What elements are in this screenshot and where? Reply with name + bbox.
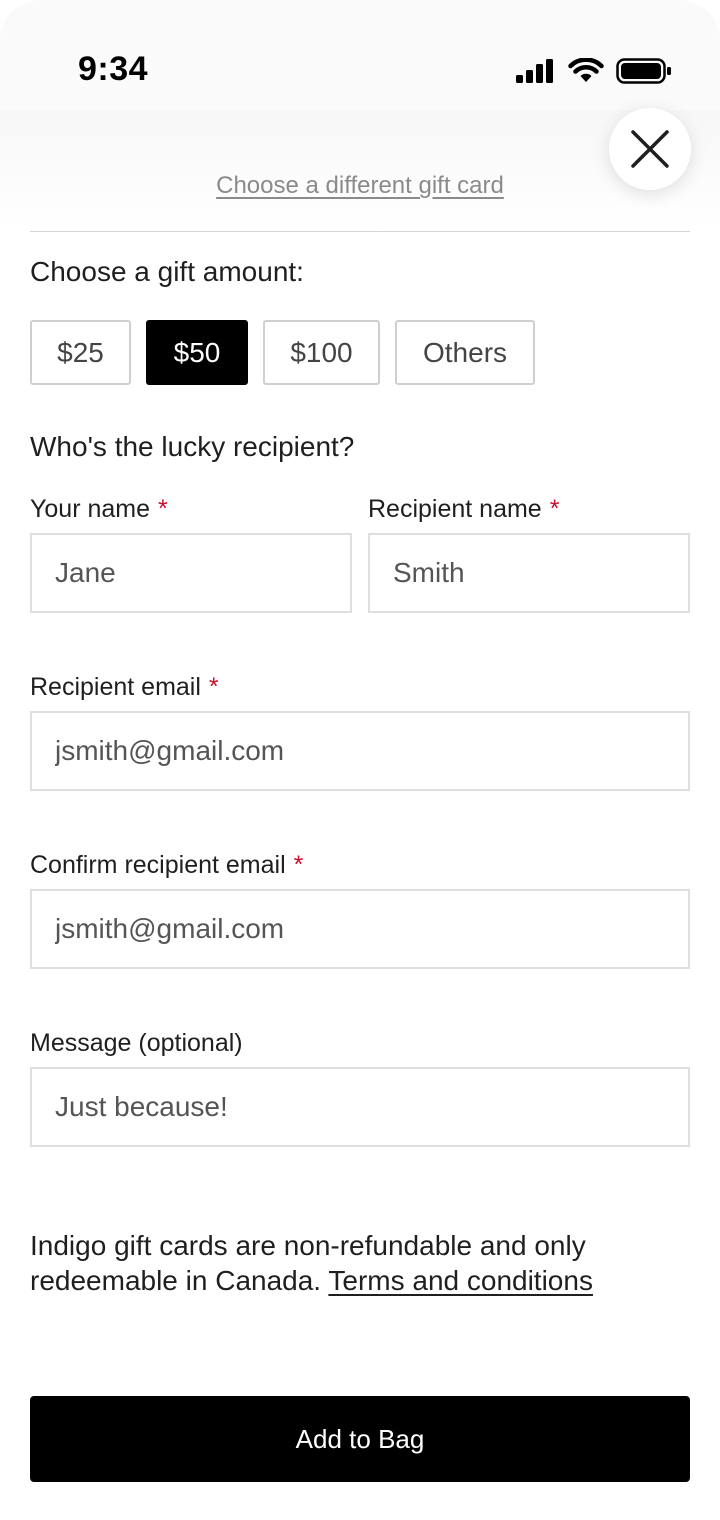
close-icon xyxy=(631,130,669,168)
required-marker: * xyxy=(549,495,560,523)
amount-option-50[interactable]: $50 xyxy=(146,320,248,385)
sheet-header xyxy=(0,110,720,230)
recipient-email-input[interactable] xyxy=(30,711,690,791)
amount-option-25[interactable]: $25 xyxy=(30,320,131,385)
gift-card-page: 9:34 Choose a different gift card Choose… xyxy=(0,0,720,1520)
required-marker: * xyxy=(293,851,304,879)
terms-and-conditions-link[interactable]: Terms and conditions xyxy=(328,1265,593,1296)
your-name-label: Your name * xyxy=(30,495,168,524)
recipient-section-title: Who's the lucky recipient? xyxy=(30,431,355,462)
required-marker: * xyxy=(158,495,168,523)
amount-option-others[interactable]: Others xyxy=(395,320,535,385)
change-gift-card-link[interactable]: Choose a different gift card xyxy=(0,172,720,200)
battery-icon xyxy=(616,58,671,84)
add-to-bag-button[interactable]: Add to Bag xyxy=(30,1396,690,1482)
disclaimer: Indigo gift cards are non-refundable and… xyxy=(30,1228,690,1298)
recipient-email-label: Recipient email * xyxy=(30,673,219,702)
divider xyxy=(30,231,690,232)
message-input[interactable] xyxy=(30,1067,690,1147)
your-name-label-text: Your name xyxy=(30,495,150,523)
required-marker: * xyxy=(208,673,219,701)
status-time: 9:34 xyxy=(78,50,149,88)
recipient-name-input[interactable] xyxy=(368,533,690,613)
amount-section-title: Choose a gift amount: xyxy=(30,256,304,287)
message-label-text: Message (optional) xyxy=(30,1029,243,1057)
recipient-name-label-text: Recipient name xyxy=(368,495,542,523)
status-icons xyxy=(516,56,672,86)
confirm-email-label-text: Confirm recipient email xyxy=(30,851,286,879)
recipient-name-label: Recipient name * xyxy=(368,495,559,524)
confirm-email-input[interactable] xyxy=(30,889,690,969)
confirm-email-label: Confirm recipient email * xyxy=(30,851,303,880)
your-name-input[interactable] xyxy=(30,533,352,613)
amount-options: $25 $50 $100 Others xyxy=(30,320,535,385)
message-label: Message (optional) xyxy=(30,1029,243,1058)
amount-option-100[interactable]: $100 xyxy=(263,320,380,385)
cellular-signal-icon xyxy=(516,59,553,83)
wifi-icon xyxy=(568,58,604,82)
recipient-email-label-text: Recipient email xyxy=(30,673,201,701)
status-bar: 9:34 xyxy=(0,0,720,110)
